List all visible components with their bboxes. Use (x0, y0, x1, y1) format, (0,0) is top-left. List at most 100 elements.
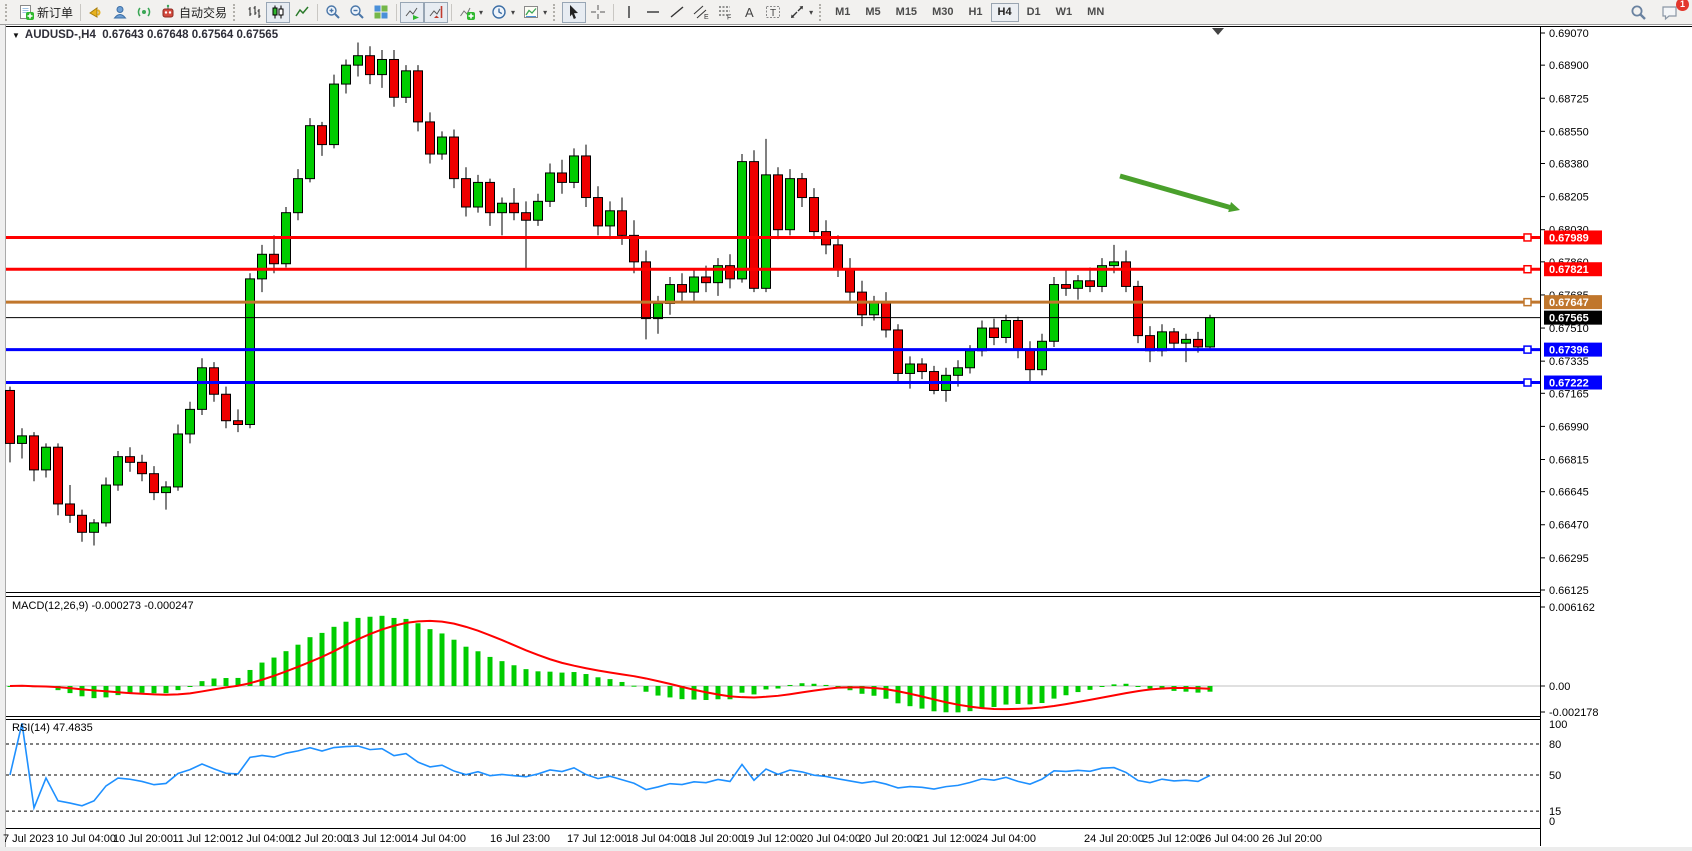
macd-scale[interactable]: 0.0061620.00-0.002178 (1540, 602, 1599, 719)
price-badge: 0.67222 (1544, 376, 1602, 390)
toolbar-grip[interactable] (553, 4, 558, 21)
pivot-line[interactable] (6, 299, 1540, 306)
svg-text:0.67335: 0.67335 (1549, 356, 1589, 368)
resistance-line-1[interactable] (6, 234, 1540, 241)
horizontal-line-tool-button[interactable] (641, 2, 665, 23)
text-tool-button[interactable]: A (737, 2, 761, 23)
person-icon (112, 4, 128, 20)
signals-button[interactable] (132, 2, 156, 23)
svg-text:0.00: 0.00 (1549, 681, 1570, 693)
svg-text:0.67510: 0.67510 (1549, 323, 1589, 335)
svg-text:0.68205: 0.68205 (1549, 192, 1589, 204)
candlestick-icon (270, 4, 286, 20)
svg-text:10 Jul 04:00: 10 Jul 04:00 (56, 833, 116, 845)
templates-button[interactable]: ▾ (519, 2, 551, 23)
crosshair-button[interactable] (586, 2, 610, 23)
support-line-2[interactable] (6, 379, 1540, 386)
periods-dropdown-caret: ▾ (511, 8, 515, 17)
auto-trading-button[interactable]: 自动交易 (156, 2, 231, 23)
timeframe-H1[interactable]: H1 (961, 3, 989, 22)
svg-text:A: A (745, 5, 754, 20)
svg-text:-0.002178: -0.002178 (1549, 707, 1599, 719)
timeframe-H4[interactable]: H4 (991, 3, 1019, 22)
auto-scroll-button[interactable] (400, 2, 424, 23)
svg-text:24 Jul 04:00: 24 Jul 04:00 (976, 833, 1036, 845)
chart-shift-button[interactable] (424, 2, 448, 23)
time-scale[interactable]: 7 Jul 202310 Jul 04:0010 Jul 20:0011 Jul… (3, 833, 1322, 845)
arrows-tool-button[interactable]: ▾ (785, 2, 817, 23)
toolbar-grip[interactable] (233, 4, 238, 21)
new-order-button[interactable]: 新订单 (14, 2, 77, 23)
svg-text:0.66295: 0.66295 (1549, 553, 1589, 565)
svg-text:26 Jul 04:00: 26 Jul 04:00 (1199, 833, 1259, 845)
svg-text:0.66470: 0.66470 (1549, 520, 1589, 532)
text-label-tool-button[interactable]: T (761, 2, 785, 23)
svg-text:13 Jul 12:00: 13 Jul 12:00 (347, 833, 407, 845)
zoom-out-button[interactable] (345, 2, 369, 23)
text-icon: A (741, 4, 757, 20)
crosshair-icon (590, 4, 606, 20)
support-line-1[interactable] (6, 346, 1540, 353)
line-handle[interactable] (1524, 346, 1531, 353)
svg-text:24 Jul 20:00: 24 Jul 20:00 (1084, 833, 1144, 845)
one-click-panel-toggle[interactable]: ▼ (12, 31, 20, 40)
candlestick-chart-button[interactable] (266, 2, 290, 23)
line-handle[interactable] (1524, 379, 1531, 386)
timeframe-group: M1M5M15M30H1H4D1W1MN (828, 3, 1111, 22)
svg-text:20 Jul 04:00: 20 Jul 04:00 (801, 833, 861, 845)
fibonacci-tool-button[interactable]: F (713, 2, 737, 23)
trendline-tool-button[interactable] (665, 2, 689, 23)
timeframe-D1[interactable]: D1 (1020, 3, 1048, 22)
tile-windows-button[interactable] (369, 2, 393, 23)
notifications-button[interactable]: 1 (1657, 2, 1683, 23)
timeframe-M15[interactable]: M15 (889, 3, 924, 22)
line-chart-button[interactable] (290, 2, 314, 23)
cursor-arrow-icon (566, 4, 582, 20)
periods-button[interactable]: ▾ (487, 2, 519, 23)
chart-canvas[interactable]: 0.690700.689000.687250.685500.683800.682… (0, 25, 1692, 851)
trend-arrow-annotation[interactable] (1120, 176, 1240, 212)
equidistant-channel-tool-button[interactable]: E (689, 2, 713, 23)
toolbar-grip[interactable] (5, 4, 10, 21)
timeframe-W1[interactable]: W1 (1049, 3, 1080, 22)
vertical-line-tool-button[interactable] (617, 2, 641, 23)
indicators-button[interactable]: ▾ (455, 2, 487, 23)
arrows-icon (789, 4, 805, 20)
bar-chart-button[interactable] (242, 2, 266, 23)
line-handle[interactable] (1524, 299, 1531, 306)
timeframe-M30[interactable]: M30 (925, 3, 960, 22)
timeframe-M1[interactable]: M1 (828, 3, 857, 22)
line-handle[interactable] (1524, 234, 1531, 241)
news-horn-button[interactable] (84, 2, 108, 23)
svg-text:17 Jul 12:00: 17 Jul 12:00 (567, 833, 627, 845)
auto-trading-label: 自动交易 (179, 4, 227, 21)
svg-text:0.67821: 0.67821 (1549, 264, 1589, 276)
autotrading-robot-icon (160, 4, 176, 20)
svg-text:21 Jul 12:00: 21 Jul 12:00 (917, 833, 977, 845)
line-chart-icon (294, 4, 310, 20)
new-order-label: 新订单 (37, 4, 73, 21)
rsi-scale[interactable]: 1008050150 (1549, 719, 1567, 828)
svg-text:0.67989: 0.67989 (1549, 232, 1589, 244)
svg-text:0.67222: 0.67222 (1549, 378, 1589, 390)
signal-icon (136, 4, 152, 20)
zoom-out-icon (349, 4, 365, 20)
cursor-button[interactable] (562, 2, 586, 23)
svg-text:19 Jul 12:00: 19 Jul 12:00 (742, 833, 802, 845)
resistance-line-2[interactable] (6, 266, 1540, 273)
svg-text:0.68900: 0.68900 (1549, 60, 1589, 72)
search-icon (1630, 4, 1647, 21)
svg-text:0.66815: 0.66815 (1549, 454, 1589, 466)
community-button[interactable] (108, 2, 132, 23)
timeframe-M5[interactable]: M5 (858, 3, 887, 22)
line-handle[interactable] (1524, 266, 1531, 273)
search-button[interactable] (1626, 2, 1651, 23)
zoom-in-button[interactable] (321, 2, 345, 23)
svg-text:18 Jul 04:00: 18 Jul 04:00 (626, 833, 686, 845)
svg-text:0.67647: 0.67647 (1549, 297, 1589, 309)
price-badge: 0.67989 (1544, 230, 1602, 244)
toolbar-grip[interactable] (819, 4, 824, 21)
timeframe-MN[interactable]: MN (1080, 3, 1111, 22)
chart-shift-marker[interactable] (1212, 28, 1224, 35)
rsi-indicator-label: RSI(14) 47.4835 (12, 722, 93, 734)
